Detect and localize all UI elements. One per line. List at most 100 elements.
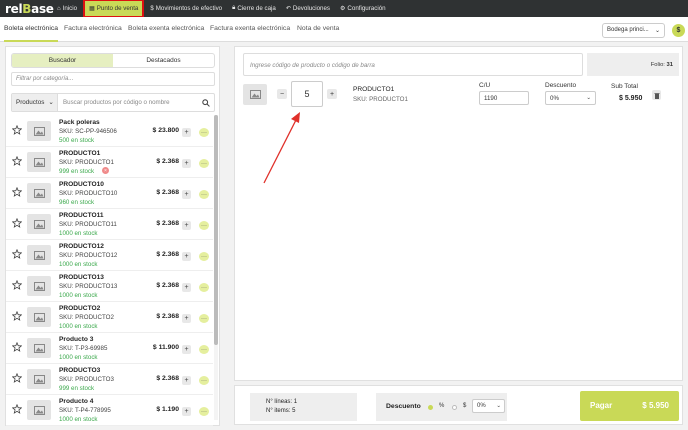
product-panel: Buscador Destacados Filtrar por categorí… <box>5 46 220 426</box>
product-price: $ 2.368 <box>156 375 179 382</box>
product-row[interactable]: PRODUCTO1 SKU: PRODUCTO1 999 en stock × $ 2.… <box>6 147 213 178</box>
line-discount-select[interactable]: 0% ⌄ <box>545 91 596 105</box>
folio-display: Folio: 31 <box>587 53 679 76</box>
more-options-button[interactable]: ··· <box>199 190 209 199</box>
more-options-button[interactable]: ··· <box>199 252 209 261</box>
tab-factura-exenta-electronica[interactable]: Factura exenta electrónica <box>210 25 290 42</box>
trash-icon[interactable] <box>652 90 661 100</box>
product-stock: 1000 en stock <box>59 292 98 299</box>
image-icon <box>27 214 51 234</box>
nav-configuracion[interactable]: ⚙ Configuración <box>335 0 391 17</box>
dollar-icon: $ <box>150 5 154 12</box>
product-row[interactable]: PRODUCTO3 SKU: PRODUCTO3 999 en stock $ 2.3… <box>6 364 213 395</box>
star-icon[interactable] <box>11 124 23 137</box>
product-stock: 1000 en stock <box>59 261 98 268</box>
image-icon <box>27 276 51 296</box>
nav-cierre-de-caja[interactable]: 🔒︎ Cierre de caja <box>227 0 281 17</box>
bodega-select[interactable]: Bodega princi... ⌄ <box>602 23 665 38</box>
add-product-button[interactable]: + <box>182 376 191 385</box>
image-icon <box>27 245 51 265</box>
product-row[interactable]: PRODUCTO13 SKU: PRODUCTO13 1000 en stock $ … <box>6 271 213 302</box>
decrease-qty-button[interactable]: − <box>277 89 287 99</box>
search-icon[interactable] <box>198 94 214 111</box>
product-row[interactable]: PRODUCTO2 SKU: PRODUCTO2 1000 en stock $ 2.… <box>6 302 213 333</box>
image-icon <box>27 400 51 420</box>
cash-button[interactable]: $ <box>672 24 685 37</box>
product-type-select[interactable]: Productos ⌄ <box>12 94 58 111</box>
tab-boleta-exenta-electronica[interactable]: Boleta exenta electrónica <box>128 25 204 42</box>
product-row[interactable]: Pack poleras SKU: SC-PP-946506 500 en stoc… <box>6 116 213 147</box>
more-options-button[interactable]: ··· <box>199 314 209 323</box>
add-product-button[interactable]: + <box>182 407 191 416</box>
product-row[interactable]: Producto 3 SKU: T-P3-69985 1000 en stock $ … <box>6 333 213 364</box>
product-sku: SKU: PRODUCTO3 <box>59 376 114 383</box>
add-product-button[interactable]: + <box>182 128 191 137</box>
star-icon[interactable] <box>11 248 23 261</box>
product-list-scrollbar[interactable] <box>214 115 218 420</box>
product-row[interactable]: Producto 4 SKU: T-P4-778995 1000 en stock $… <box>6 395 213 426</box>
star-icon[interactable] <box>11 310 23 323</box>
percent-label: % <box>439 403 445 409</box>
product-row[interactable]: PRODUCTO10 SKU: PRODUCTO10 960 en stock $ 2… <box>6 178 213 209</box>
add-product-button[interactable]: + <box>182 283 191 292</box>
increase-qty-button[interactable]: + <box>327 89 337 99</box>
quantity-input[interactable]: 5 <box>291 81 323 107</box>
more-options-button[interactable]: ··· <box>199 221 209 230</box>
scrollbar-thumb[interactable] <box>214 115 218 345</box>
barcode-input[interactable]: Ingrese código de producto o código de b… <box>243 53 583 76</box>
star-icon[interactable] <box>11 217 23 230</box>
more-options-button[interactable]: ··· <box>199 345 209 354</box>
add-product-button[interactable]: + <box>182 190 191 199</box>
product-name: PRODUCTO11 <box>59 212 104 219</box>
image-icon <box>27 152 51 172</box>
more-options-button[interactable]: ··· <box>199 376 209 385</box>
nav-inicio[interactable]: ⌂ Inicio <box>52 0 82 17</box>
more-options-button[interactable]: ··· <box>199 283 209 292</box>
star-icon[interactable] <box>11 186 23 199</box>
chevron-down-icon: ⌄ <box>586 95 591 101</box>
nav-movimientos-de-efectivo[interactable]: $ Movimientos de efectivo <box>145 0 227 17</box>
star-icon[interactable] <box>11 279 23 292</box>
product-sku: SKU: PRODUCTO11 <box>59 221 117 228</box>
chevron-down-icon: ⌄ <box>654 28 660 34</box>
add-product-button[interactable]: + <box>182 159 191 168</box>
nav-punto-de-venta[interactable]: ▦ Punto de venta <box>83 0 145 18</box>
category-filter-input[interactable]: Filtrar por categoría... <box>11 72 215 86</box>
discount-amount-radio[interactable] <box>452 405 457 410</box>
product-name: PRODUCTO3 <box>59 367 101 374</box>
product-sku: SKU: PRODUCTO13 <box>59 283 118 290</box>
nav-devoluciones[interactable]: ↶ Devoluciones <box>281 0 335 17</box>
product-price: $ 2.368 <box>156 220 179 227</box>
segment-destacados[interactable]: Destacados <box>113 54 214 67</box>
product-row[interactable]: PRODUCTO11 SKU: PRODUCTO11 1000 en stock $ … <box>6 209 213 240</box>
product-name: PRODUCTO10 <box>59 181 104 188</box>
relbase-logo[interactable]: relBase <box>0 2 54 16</box>
unit-price-input[interactable]: 1190 <box>479 91 529 105</box>
global-discount-select[interactable]: 0% ⌄ <box>472 399 505 413</box>
star-icon[interactable] <box>11 155 23 168</box>
product-stock: 1000 en stock <box>59 416 98 423</box>
more-options-button[interactable]: ··· <box>199 407 209 416</box>
add-product-button[interactable]: + <box>182 221 191 230</box>
segment-buscador[interactable]: Buscador <box>12 54 113 67</box>
discount-percent-radio[interactable] <box>428 405 433 410</box>
product-price: $ 2.368 <box>156 313 179 320</box>
star-icon[interactable] <box>11 341 23 354</box>
star-icon[interactable] <box>11 403 23 416</box>
global-discount-label: Descuento <box>386 403 421 410</box>
tab-boleta-electronica[interactable]: Boleta electrónica <box>4 25 59 42</box>
tab-factura-electronica[interactable]: Factura electrónica <box>64 25 122 42</box>
add-product-button[interactable]: + <box>182 314 191 323</box>
more-options-button[interactable]: ··· <box>199 128 209 137</box>
remove-icon[interactable]: × <box>102 167 109 174</box>
more-options-button[interactable]: ··· <box>199 159 209 168</box>
pay-button[interactable]: Pagar $ 5.950 <box>580 391 679 421</box>
add-product-button[interactable]: + <box>182 345 191 354</box>
star-icon[interactable] <box>11 372 23 385</box>
add-product-button[interactable]: + <box>182 252 191 261</box>
product-row[interactable]: PRODUCTO12 SKU: PRODUCTO12 1000 en stock $ … <box>6 240 213 271</box>
product-search-input[interactable]: Buscar productos por código o nombre <box>58 94 198 111</box>
tab-nota-de-venta[interactable]: Nota de venta <box>297 25 339 42</box>
amount-label: $ <box>463 403 467 409</box>
product-stock: 999 en stock <box>59 385 95 392</box>
